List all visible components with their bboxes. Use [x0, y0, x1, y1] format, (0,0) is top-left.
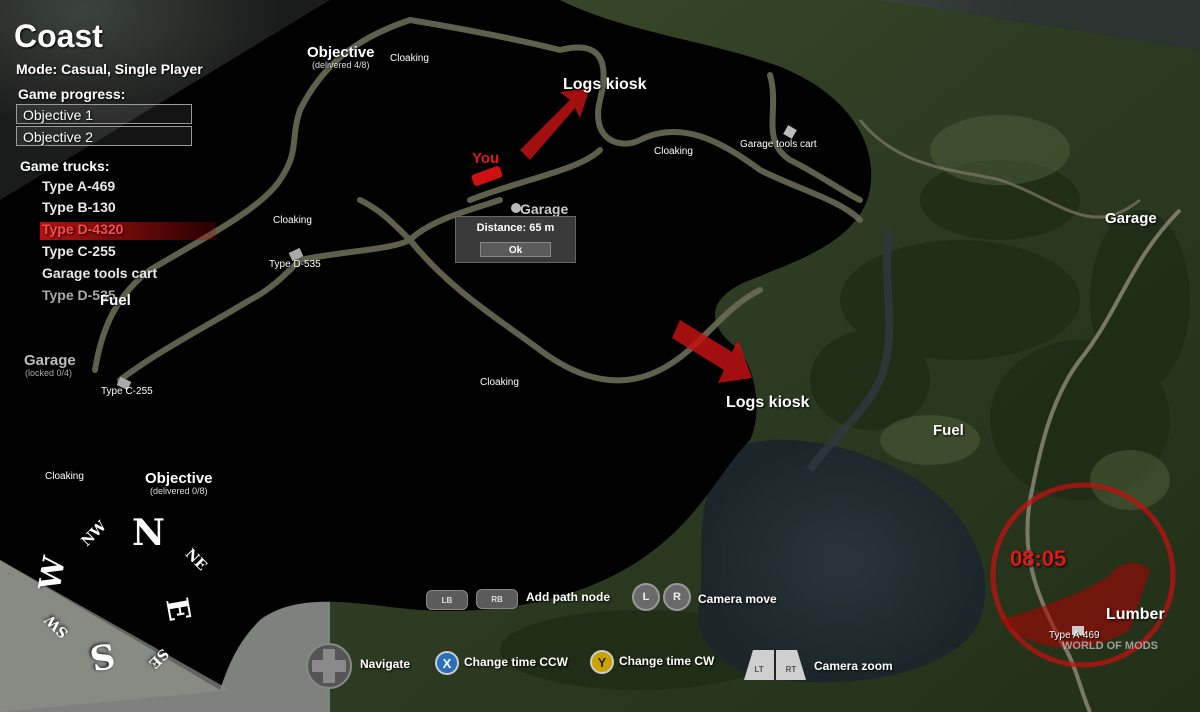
logs-kiosk-marker-top[interactable]: Logs kiosk [563, 76, 647, 94]
ok-button[interactable]: Ok [480, 242, 551, 257]
truck-item[interactable]: Type C-255 [42, 243, 116, 259]
lb-button-icon: LB [426, 590, 468, 610]
truck-item[interactable]: Type A-469 [42, 178, 115, 194]
camera-zoom-hint: Camera zoom [814, 659, 893, 673]
distance-text: Distance: 65 m [476, 222, 555, 234]
objective-2-item[interactable]: Objective 2 [16, 126, 192, 146]
dpad-icon [306, 643, 352, 689]
objective-marker-top-status: (delivered 4/8) [312, 60, 370, 70]
add-path-node-hint: Add path node [526, 590, 610, 604]
cloaking-label: Cloaking [45, 471, 84, 482]
map-title: Coast [14, 18, 103, 54]
garage-tools-cart-label: Garage tools cart [740, 139, 817, 150]
change-time-cw-hint: Change time CW [619, 654, 715, 668]
objective-1-item[interactable]: Objective 1 [16, 104, 192, 124]
lumber-marker[interactable]: Lumber [1106, 606, 1165, 624]
fuel-marker-right[interactable]: Fuel [933, 422, 964, 439]
compass-w: W [32, 553, 74, 594]
objective-marker-top[interactable]: Objective [307, 44, 375, 61]
logs-kiosk-marker-right[interactable]: Logs kiosk [726, 394, 810, 412]
game-mode: Mode: Casual, Single Player [16, 61, 203, 77]
change-time-ccw-hint: Change time CCW [464, 655, 569, 669]
distance-popup: Distance: 65 m Ok [455, 216, 576, 263]
objective-marker-bottom-status: (delivered 0/8) [150, 486, 208, 496]
rb-button-icon: RB [476, 589, 518, 609]
camera-move-hint: Camera move [698, 592, 777, 606]
you-label: You [472, 150, 500, 167]
garage-marker-left[interactable]: Garage [24, 352, 76, 369]
watermark: WORLD OF MODS [1062, 640, 1158, 652]
y-button-icon: Y [590, 650, 614, 674]
cloaking-label: Cloaking [480, 377, 519, 388]
time-of-day-clock: 08:05 [1010, 546, 1067, 571]
navigate-hint: Navigate [360, 657, 411, 671]
left-stick-icon: L [632, 583, 660, 611]
garage-marker-nearby[interactable]: Garage [520, 201, 568, 217]
objective-marker-bottom[interactable]: Objective [145, 470, 213, 487]
game-trucks-heading: Game trucks: [20, 158, 110, 174]
cloaking-label: Cloaking [654, 146, 693, 157]
game-progress-heading: Game progress: [18, 86, 126, 102]
fuel-marker-left[interactable]: Fuel [100, 292, 131, 309]
truck-item[interactable]: Garage tools cart [42, 265, 157, 281]
garage-marker-right[interactable]: Garage [1105, 210, 1157, 227]
cloaking-label: Cloaking [390, 53, 429, 64]
truck-d535-label: Type D-535 [269, 259, 321, 270]
truck-item-selected[interactable]: Type D-4320 [42, 221, 123, 237]
garage-locked-status: (locked 0/4) [25, 368, 73, 378]
truck-item[interactable]: Type B-130 [42, 199, 116, 215]
x-button-icon: X [435, 651, 459, 675]
right-stick-icon: R [663, 583, 691, 611]
compass-n: N [132, 512, 165, 554]
truck-c255-label: Type C-255 [101, 386, 153, 397]
cloaking-label: Cloaking [273, 215, 312, 226]
